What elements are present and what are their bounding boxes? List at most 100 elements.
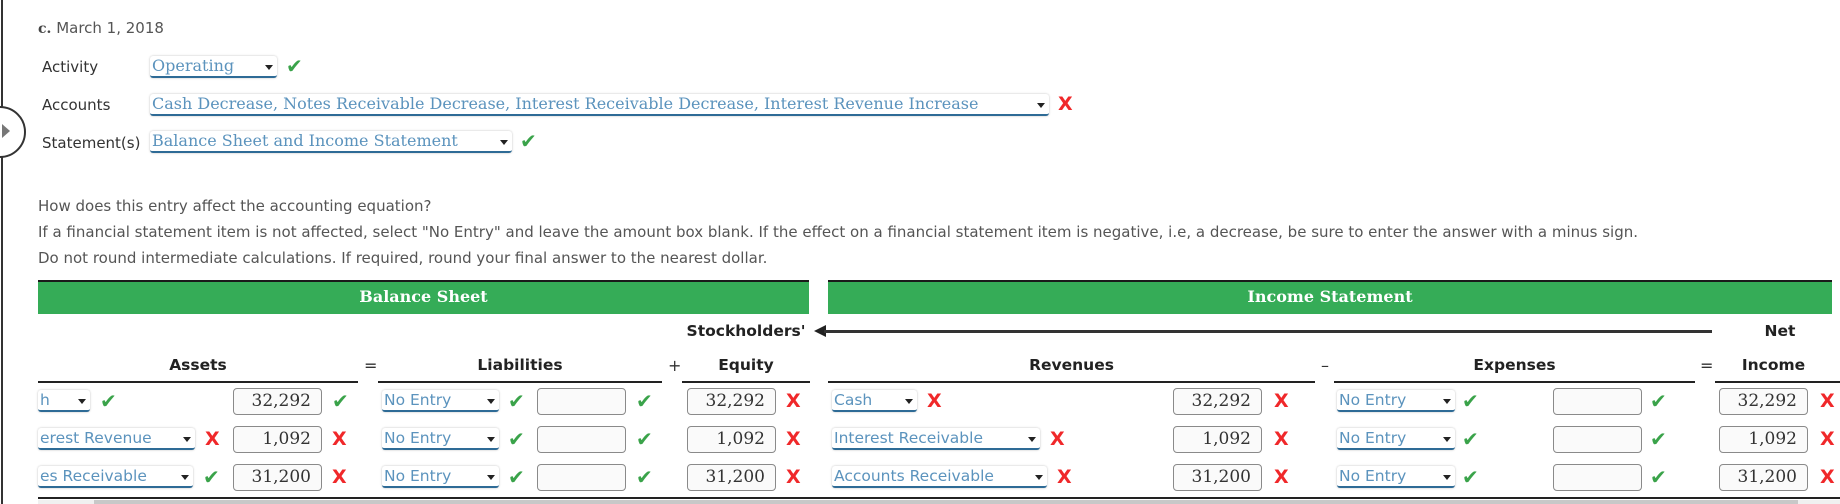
liabilities-underline — [378, 381, 662, 383]
revenue-account-select[interactable]: Interest Receivable — [832, 428, 1040, 450]
chevron-down-icon — [500, 140, 508, 145]
asset-account-incorrect-icon: X — [205, 428, 220, 450]
chevron-down-icon — [265, 65, 273, 70]
activity-select[interactable]: Operating — [150, 56, 277, 78]
table-bottom-border — [38, 497, 1840, 499]
revenue-account-incorrect-icon: X — [927, 390, 942, 412]
liability-amount-correct-icon: ✔ — [636, 465, 653, 489]
revenue-amount-incorrect-icon: X — [1274, 466, 1289, 488]
accounts-select[interactable]: Cash Decrease, Notes Receivable Decrease… — [150, 94, 1049, 116]
revenue-account-select[interactable]: Cash — [832, 390, 917, 412]
accounts-incorrect-icon: X — [1058, 93, 1073, 115]
expenses-header: Expenses — [1473, 356, 1556, 374]
previous-part-button[interactable] — [0, 106, 26, 158]
liability-account-select[interactable]: No Entry — [382, 466, 499, 488]
accounts-label: Accounts — [42, 96, 111, 114]
statements-correct-icon: ✔ — [520, 129, 537, 153]
equity-underline — [682, 381, 810, 383]
net-income-input[interactable]: 31,200 — [1719, 464, 1808, 491]
net-label: Net — [1764, 322, 1796, 340]
chevron-down-icon — [487, 399, 495, 404]
revenue-account-select[interactable]: Accounts Receivable — [832, 466, 1047, 488]
instruction-rounding: Do not round intermediate calculations. … — [38, 249, 768, 267]
income-statement-header: Income Statement — [828, 280, 1832, 314]
asset-account-select[interactable]: h — [38, 390, 90, 412]
arrow-line — [824, 330, 1712, 333]
liability-account-correct-icon: ✔ — [508, 465, 525, 489]
liability-account-select[interactable]: No Entry — [382, 390, 499, 412]
asset-account-select[interactable]: erest Revenue — [38, 428, 195, 450]
horizontal-scrollbar-thumb[interactable] — [94, 500, 1798, 504]
asset-amount-input[interactable]: 31,200 — [233, 464, 322, 491]
expenses-underline — [1334, 381, 1695, 383]
activity-label: Activity — [42, 58, 99, 76]
equity-amount-input[interactable]: 31,200 — [687, 464, 776, 491]
chevron-down-icon — [1443, 475, 1451, 480]
revenue-amount-input[interactable]: 1,092 — [1173, 426, 1262, 453]
expense-account-correct-icon: ✔ — [1462, 427, 1479, 451]
expense-account-correct-icon: ✔ — [1462, 465, 1479, 489]
equals-operator: = — [364, 356, 378, 375]
equity-amount-incorrect-icon: X — [786, 466, 801, 488]
statements-label: Statement(s) — [42, 134, 141, 152]
asset-account-correct-icon: ✔ — [100, 389, 117, 413]
expense-account-select[interactable]: No Entry — [1337, 428, 1455, 450]
equity-header: Equity — [718, 356, 774, 374]
statements-select[interactable]: Balance Sheet and Income Statement — [150, 131, 512, 153]
liability-amount-input[interactable] — [537, 426, 626, 453]
part-heading: c. March 1, 2018 — [38, 19, 164, 37]
assets-header: Assets — [169, 356, 227, 374]
expense-amount-input[interactable] — [1553, 388, 1642, 415]
equity-amount-incorrect-icon: X — [786, 390, 801, 412]
equity-amount-input[interactable]: 1,092 — [687, 426, 776, 453]
expense-amount-correct-icon: ✔ — [1650, 465, 1667, 489]
liability-amount-input[interactable] — [537, 464, 626, 491]
expense-amount-correct-icon: ✔ — [1650, 389, 1667, 413]
net-income-incorrect-icon: X — [1820, 428, 1835, 450]
question-prompt: How does this entry affect the accountin… — [38, 197, 432, 215]
chevron-down-icon — [487, 475, 495, 480]
asset-amount-correct-icon: ✔ — [332, 389, 349, 413]
revenue-account-incorrect-icon: X — [1050, 428, 1065, 450]
chevron-down-icon — [487, 437, 495, 442]
activity-correct-icon: ✔ — [286, 54, 303, 78]
chevron-down-icon — [183, 437, 191, 442]
chevron-down-icon — [1443, 399, 1451, 404]
chevron-down-icon — [181, 475, 189, 480]
income-underline — [1715, 381, 1840, 383]
expense-account-select[interactable]: No Entry — [1337, 466, 1455, 488]
liability-account-select[interactable]: No Entry — [382, 428, 499, 450]
expense-amount-input[interactable] — [1553, 464, 1642, 491]
liability-amount-correct-icon: ✔ — [636, 389, 653, 413]
asset-amount-input[interactable]: 32,292 — [233, 388, 322, 415]
net-income-input[interactable]: 32,292 — [1719, 388, 1808, 415]
asset-account-select[interactable]: es Receivable — [38, 466, 193, 488]
chevron-down-icon — [905, 399, 913, 404]
revenue-amount-incorrect-icon: X — [1274, 390, 1289, 412]
revenue-amount-input[interactable]: 31,200 — [1173, 464, 1262, 491]
asset-amount-incorrect-icon: X — [332, 466, 347, 488]
liability-amount-input[interactable] — [537, 388, 626, 415]
part-letter: c. — [38, 21, 52, 37]
chevron-down-icon — [1443, 437, 1451, 442]
chevron-right-icon — [2, 124, 10, 138]
chevron-down-icon — [1037, 103, 1045, 108]
income-header: Income — [1741, 356, 1806, 374]
expense-amount-input[interactable] — [1553, 426, 1642, 453]
liability-account-correct-icon: ✔ — [508, 389, 525, 413]
revenue-amount-input[interactable]: 32,292 — [1173, 388, 1262, 415]
net-income-incorrect-icon: X — [1820, 466, 1835, 488]
revenue-amount-incorrect-icon: X — [1274, 428, 1289, 450]
asset-amount-input[interactable]: 1,092 — [233, 426, 322, 453]
asset-amount-incorrect-icon: X — [332, 428, 347, 450]
balance-sheet-header: Balance Sheet — [38, 280, 809, 314]
plus-operator: + — [668, 356, 682, 375]
liability-amount-correct-icon: ✔ — [636, 427, 653, 451]
asset-account-correct-icon: ✔ — [203, 465, 220, 489]
net-income-input[interactable]: 1,092 — [1719, 426, 1808, 453]
revenues-header: Revenues — [1029, 356, 1114, 374]
equity-amount-input[interactable]: 32,292 — [687, 388, 776, 415]
liabilities-header: Liabilities — [477, 356, 563, 374]
chevron-down-icon — [78, 399, 86, 404]
expense-account-select[interactable]: No Entry — [1337, 390, 1455, 412]
